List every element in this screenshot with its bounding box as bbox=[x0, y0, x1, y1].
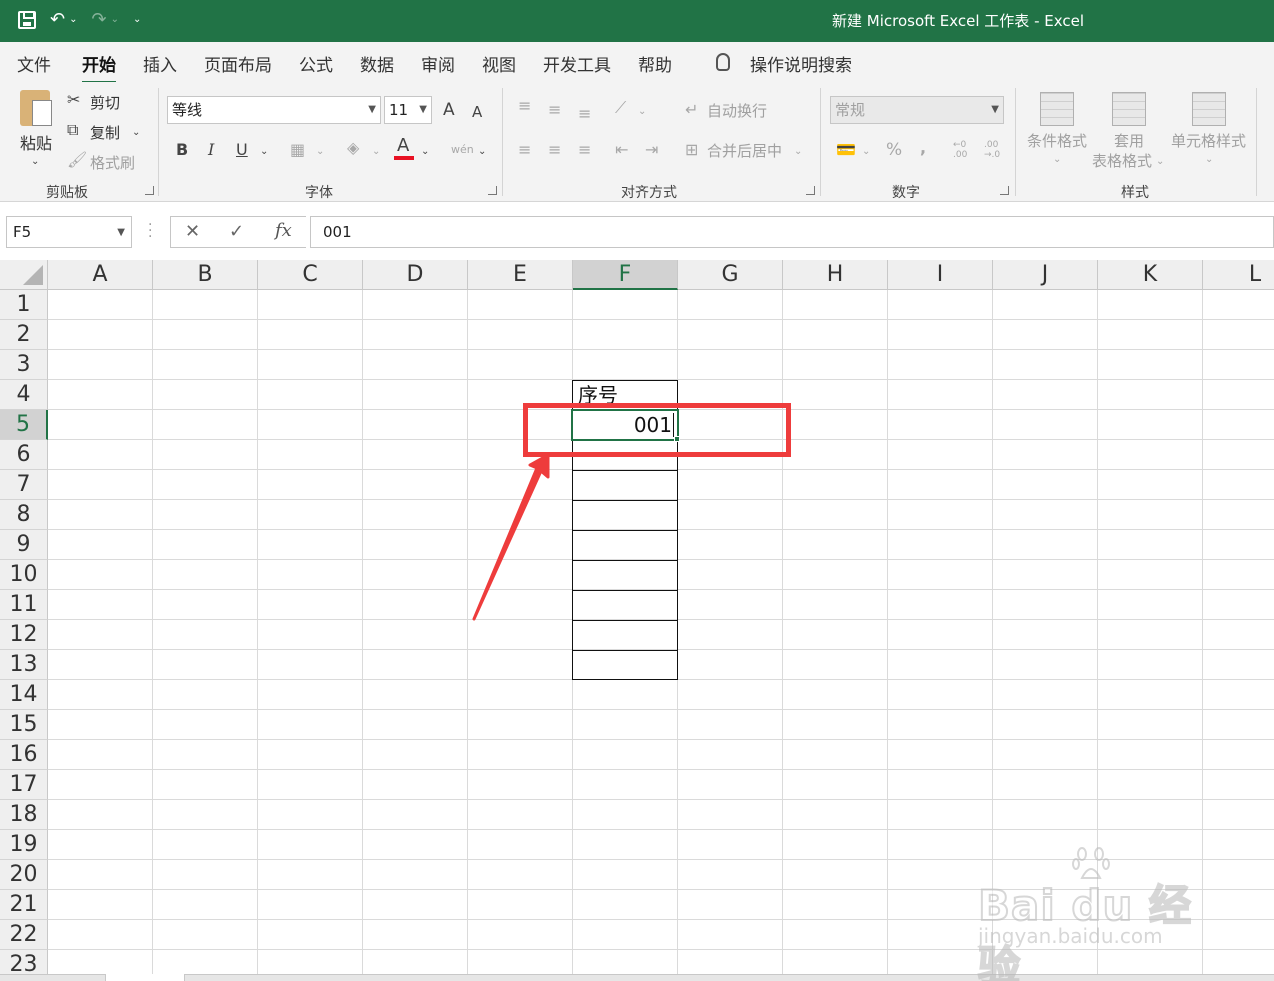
sheet-tab-active[interactable] bbox=[105, 974, 185, 981]
arrow-shape bbox=[472, 453, 550, 621]
baidu-watermark: Bai du 经验 jingyan.baidu.com bbox=[977, 846, 1208, 981]
watermark-url: jingyan.baidu.com bbox=[978, 924, 1163, 948]
annotation-arrow bbox=[472, 453, 550, 621]
